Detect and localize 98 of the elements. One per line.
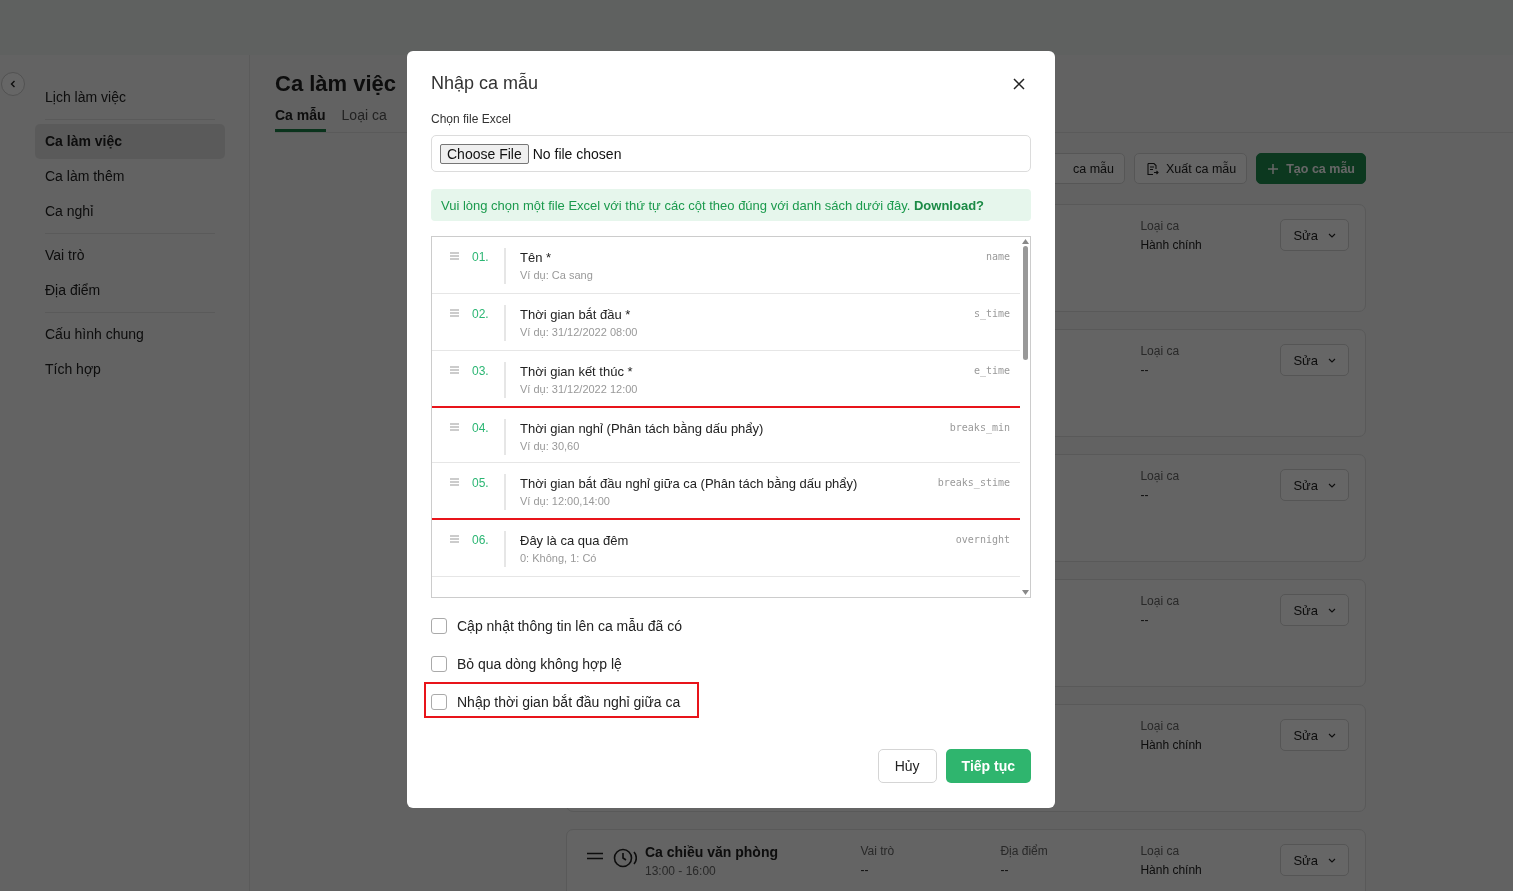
field-value: --: [1140, 613, 1150, 627]
checkbox[interactable]: [431, 656, 447, 672]
chevron-left-icon: [8, 79, 18, 89]
scroll-up-icon[interactable]: [1021, 239, 1029, 244]
choose-file-button[interactable]: Choose File: [440, 143, 529, 164]
column-title: Tên *: [520, 250, 553, 265]
checkbox-label: Nhập thời gian bắt đầu nghỉ giữa ca: [457, 694, 681, 710]
sidebar-item[interactable]: Địa điểm: [35, 273, 225, 308]
field-label: Vai trò: [860, 844, 896, 858]
clock-icon: [613, 848, 637, 868]
column-key: e_time: [973, 365, 1010, 376]
column-key: overnight: [955, 534, 1010, 545]
column-number: 02.: [472, 307, 490, 321]
continue-button[interactable]: Tiếp tục: [945, 749, 1031, 783]
column-number: 04.: [472, 421, 490, 435]
column-title: Thời gian bắt đầu nghỉ giữa ca (Phân tách bằng dấu phẩy): [520, 476, 859, 491]
tab[interactable]: Ca mẫu: [275, 105, 326, 132]
column-key: s_time: [973, 308, 1010, 319]
sidebar-item[interactable]: Lịch làm việc: [35, 80, 225, 115]
drag-handle-icon[interactable]: [450, 366, 459, 374]
cancel-button[interactable]: Hủy: [877, 749, 937, 783]
download-link[interactable]: Download?: [914, 198, 985, 213]
edit-dropdown-button[interactable]: Sửa: [1280, 469, 1349, 501]
plus-icon: [1267, 162, 1280, 175]
field-value: Hành chính: [1140, 238, 1203, 252]
shift-time: 13:00 - 16:00: [645, 864, 717, 878]
drag-handle-icon[interactable]: [450, 252, 459, 260]
column-example: Ví dụ: Ca sang: [520, 269, 594, 281]
field-label: Loại ca: [1140, 594, 1181, 608]
column-key: breaks_stime: [937, 477, 1010, 488]
collapse-button[interactable]: [1, 72, 25, 96]
checkbox-label: Cập nhật thông tin lên ca mẫu đã có: [457, 618, 682, 634]
edit-dropdown-button[interactable]: Sửa: [1280, 594, 1349, 626]
field-value: --: [1140, 363, 1150, 377]
dialog-title: Nhập ca mẫu: [431, 73, 539, 94]
field-value: --: [1000, 863, 1010, 877]
field-value: --: [1140, 488, 1150, 502]
column-key: breaks_min: [949, 422, 1010, 433]
column-number: 05.: [472, 476, 490, 490]
chevron-down-icon: [1328, 607, 1336, 613]
column-example: Ví dụ: 30,60: [520, 440, 581, 452]
checkbox[interactable]: [431, 694, 447, 710]
column-title: Thời gian bắt đầu *: [520, 307, 632, 322]
export-button[interactable]: Xuất ca mẫu: [1134, 153, 1248, 184]
notice-text: Vui lòng chọn một file Excel với thứ tự các cột theo đúng với danh sách dưới đây. Download?: [441, 198, 985, 213]
field-label: Loại ca: [1140, 344, 1181, 358]
edit-dropdown-button[interactable]: Sửa: [1280, 844, 1349, 876]
export-icon: [1145, 161, 1160, 176]
column-title: Đây là ca qua đêm: [520, 533, 630, 548]
column-example: 0: Không, 1: Có: [520, 552, 598, 564]
drag-handle-icon[interactable]: [587, 852, 603, 860]
chevron-down-icon: [1328, 232, 1336, 238]
field-label: Loại ca: [1140, 219, 1181, 233]
page-title: Ca làm việc: [275, 71, 397, 97]
sidebar-item[interactable]: Ca nghỉ: [35, 194, 225, 229]
sidebar-item[interactable]: Cấu hình chung: [35, 317, 225, 352]
column-number: 03.: [472, 364, 490, 378]
field-value: Hành chính: [1140, 863, 1203, 877]
column-title: Thời gian kết thúc *: [520, 364, 634, 379]
sidebar-item[interactable]: Ca làm việc: [35, 124, 225, 159]
chevron-down-icon: [1328, 482, 1336, 488]
edit-dropdown-button[interactable]: Sửa: [1280, 719, 1349, 751]
column-number: 01.: [472, 250, 490, 264]
checkbox-label: Bỏ qua dòng không hợp lệ: [457, 656, 622, 672]
close-button[interactable]: [1011, 75, 1027, 92]
sidebar-item[interactable]: Tích hợp: [35, 352, 225, 387]
scroll-down-icon[interactable]: [1021, 590, 1029, 595]
file-status: No file chosen: [532, 145, 622, 162]
column-key: name: [985, 251, 1010, 262]
sidebar-item[interactable]: Ca làm thêm: [35, 159, 225, 194]
field-label: Địa điểm: [1000, 844, 1049, 858]
field-label: Loại ca: [1140, 844, 1181, 858]
file-label: Chọn file Excel: [431, 112, 513, 126]
field-label: Loại ca: [1140, 469, 1181, 483]
chevron-down-icon: [1328, 857, 1336, 863]
drag-handle-icon[interactable]: [450, 423, 459, 431]
drag-handle-icon[interactable]: [450, 309, 459, 317]
field-label: Loại ca: [1140, 719, 1181, 733]
column-example: Ví dụ: 31/12/2022 08:00: [520, 326, 639, 338]
column-title: Thời gian nghỉ (Phân tách bằng dấu phẩy): [520, 421, 765, 436]
file-input[interactable]: Choose File No file chosen: [431, 135, 1031, 172]
scrollbar[interactable]: [1020, 237, 1030, 597]
sidebar-item[interactable]: Vai trò: [35, 238, 225, 273]
column-number: 06.: [472, 533, 490, 547]
column-example: Ví dụ: 12:00,14:00: [520, 495, 611, 507]
drag-handle-icon[interactable]: [450, 535, 459, 543]
checkbox[interactable]: [431, 618, 447, 634]
column-example: Ví dụ: 31/12/2022 12:00: [520, 383, 639, 395]
chevron-down-icon: [1328, 732, 1336, 738]
tab[interactable]: Loại ca: [341, 105, 387, 132]
field-value: Hành chính: [1140, 738, 1203, 752]
edit-dropdown-button[interactable]: Sửa: [1280, 344, 1349, 376]
field-value: --: [860, 863, 870, 877]
create-button[interactable]: Tạo ca mẫu: [1256, 153, 1366, 184]
shift-name: Ca chiều văn phòng: [645, 844, 778, 860]
drag-handle-icon[interactable]: [450, 478, 459, 486]
chevron-down-icon: [1328, 357, 1336, 363]
edit-dropdown-button[interactable]: Sửa: [1280, 219, 1349, 251]
